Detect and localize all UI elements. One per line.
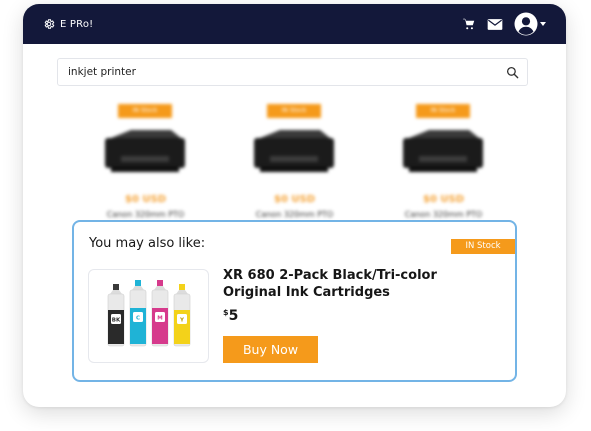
recommended-product-price: $5 bbox=[223, 308, 238, 324]
user-menu[interactable] bbox=[514, 12, 546, 36]
recommendation-heading: You may also like: bbox=[89, 236, 206, 251]
ink-bottles-image: BK C M Y bbox=[107, 280, 191, 347]
app-window: E PRo! inkjet printer IN Stock $0 USD Ca… bbox=[23, 4, 566, 407]
printer-image bbox=[403, 130, 483, 172]
brand-logo[interactable]: E PRo! bbox=[43, 16, 93, 32]
gear-icon bbox=[44, 19, 55, 29]
stock-badge: IN Stock bbox=[416, 104, 470, 118]
product-price: $0 USD bbox=[124, 194, 167, 205]
product-card[interactable]: IN Stock $0 USD Canon 320mm PTO bbox=[78, 98, 213, 228]
caret-down-icon bbox=[540, 21, 546, 26]
bottle-label-c: C bbox=[136, 316, 140, 322]
stock-badge: IN Stock bbox=[267, 104, 321, 118]
search-input[interactable] bbox=[58, 59, 498, 85]
bottle-label-bk: BK bbox=[112, 318, 121, 324]
search-icon[interactable] bbox=[505, 65, 519, 79]
recommendation-card: You may also like: IN Stock BK C M Y XR … bbox=[72, 220, 517, 382]
product-price: $0 USD bbox=[273, 194, 316, 205]
brand-name: E PRo! bbox=[60, 18, 94, 30]
top-navigation-bar: E PRo! bbox=[23, 4, 566, 44]
mail-icon[interactable] bbox=[487, 18, 503, 31]
cart-icon[interactable] bbox=[462, 17, 476, 31]
product-card[interactable]: IN Stock $0 USD Canon 320mm PTO bbox=[376, 98, 511, 228]
product-name: Canon 320mm PTO bbox=[106, 210, 185, 219]
recommended-product-title[interactable]: XR 680 2-Pack Black/Tri-color Original I… bbox=[223, 267, 483, 301]
buy-now-button[interactable]: Buy Now bbox=[223, 336, 318, 363]
product-grid: IN Stock $0 USD Canon 320mm PTO IN Stock… bbox=[78, 98, 513, 228]
price-value: 5 bbox=[228, 308, 239, 324]
user-avatar-icon bbox=[514, 12, 538, 36]
search-bar bbox=[57, 58, 528, 86]
product-name: Canon 320mm PTO bbox=[255, 210, 334, 219]
product-card[interactable]: IN Stock $0 USD Canon 320mm PTO bbox=[227, 98, 362, 228]
printer-image bbox=[105, 130, 185, 172]
product-image[interactable]: BK C M Y bbox=[88, 269, 209, 363]
printer-image bbox=[254, 130, 334, 172]
bottle-label-m: M bbox=[157, 316, 162, 322]
product-price: $0 USD bbox=[422, 194, 465, 205]
header-actions bbox=[462, 11, 546, 37]
product-name: Canon 320mm PTO bbox=[404, 210, 483, 219]
stock-badge: IN Stock bbox=[118, 104, 172, 118]
stock-badge: IN Stock bbox=[451, 239, 515, 254]
